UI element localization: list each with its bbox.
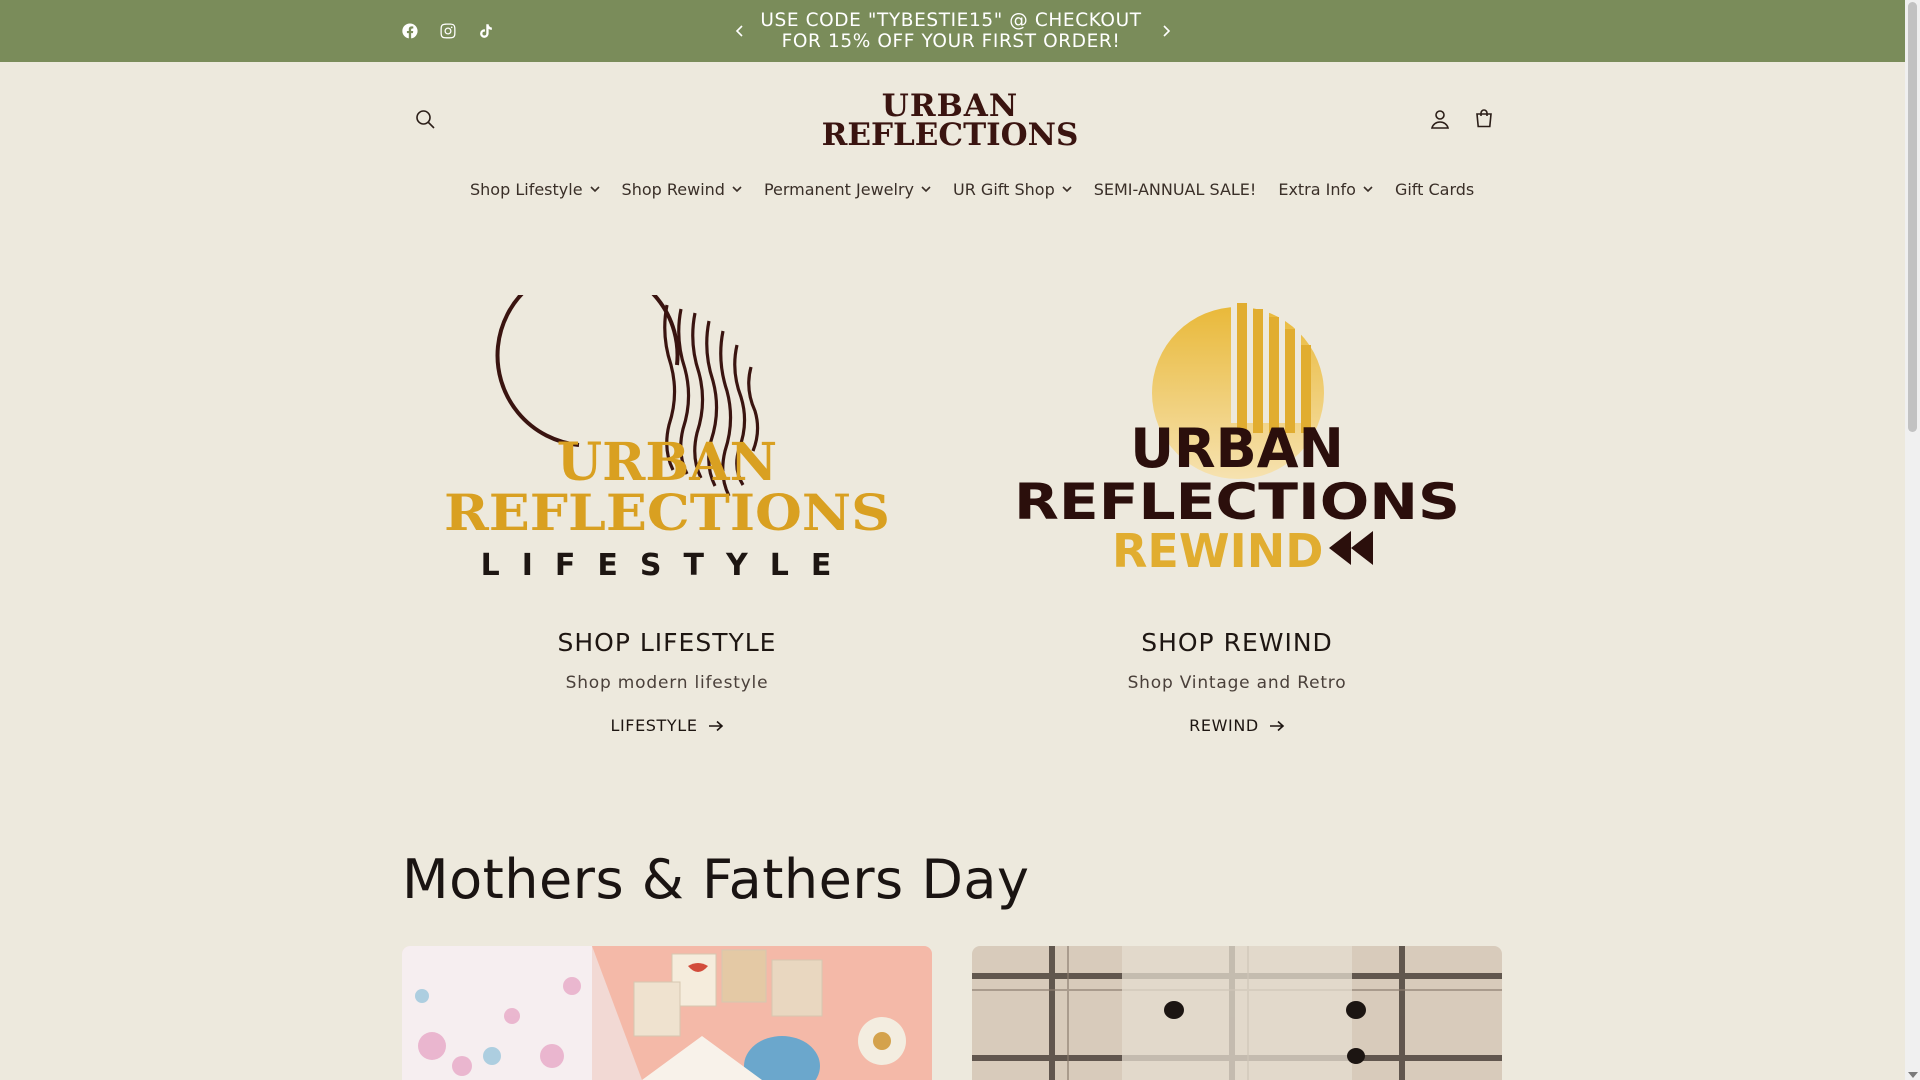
main-nav: Shop Lifestyle Shop Rewind Permanent Jew… xyxy=(470,176,1496,202)
nav-item-shop-lifestyle[interactable]: Shop Lifestyle xyxy=(470,180,600,199)
chevron-down-icon xyxy=(589,186,600,193)
rewind-link[interactable]: REWIND xyxy=(1007,716,1467,735)
account-icon[interactable] xyxy=(1423,102,1457,136)
fathers-day-card-image[interactable] xyxy=(972,946,1502,1080)
chevron-down-icon xyxy=(732,186,742,193)
rewind-logo-top-text: URBAN xyxy=(1130,417,1344,480)
rewind-logo-image[interactable]: URBAN REFLECTIONS REWIND xyxy=(1007,295,1467,585)
instagram-icon[interactable] xyxy=(435,18,461,44)
page-scrollbar[interactable] xyxy=(1905,0,1920,1080)
site-logo[interactable]: URBAN REFLECTIONS xyxy=(820,91,1080,151)
chevron-down-icon xyxy=(1062,186,1072,193)
lifestyle-logo-mid-text: REFLECTIONS xyxy=(444,483,890,542)
announcement-next-button[interactable] xyxy=(1156,20,1176,42)
arrow-right-icon xyxy=(708,720,723,731)
chevron-down-icon xyxy=(1363,186,1373,193)
lifestyle-logo-image[interactable]: URBAN REFLECTIONS LIFESTYLE xyxy=(437,263,897,585)
chevron-right-icon xyxy=(1163,25,1171,37)
lifestyle-link[interactable]: LIFESTYLE xyxy=(437,716,897,735)
scroll-down-arrow-icon[interactable] xyxy=(1908,1072,1918,1078)
nav-item-semi-annual-sale[interactable]: SEMI-ANNUAL SALE! xyxy=(1094,180,1257,199)
tiktok-icon[interactable] xyxy=(473,18,499,44)
search-icon[interactable] xyxy=(408,102,442,136)
nav-item-shop-rewind[interactable]: Shop Rewind xyxy=(622,180,742,199)
announcement-bar: USE CODE "TYBESTIE15" @ CHECKOUT FOR 15%… xyxy=(0,0,1905,62)
rewind-logo-mid-text: REFLECTIONS xyxy=(1014,473,1460,531)
nav-item-permanent-jewelry[interactable]: Permanent Jewelry xyxy=(764,180,931,199)
lifestyle-title: SHOP LIFESTYLE xyxy=(557,628,777,657)
mothers-day-card-image[interactable] xyxy=(402,946,932,1080)
nav-item-gift-cards[interactable]: Gift Cards xyxy=(1395,180,1474,199)
chevron-down-icon xyxy=(921,186,931,193)
rewind-logo-bottom-text: REWIND xyxy=(1112,524,1323,578)
facebook-icon[interactable] xyxy=(397,18,423,44)
cart-icon[interactable] xyxy=(1467,102,1501,136)
section-title: Mothers & Fathers Day xyxy=(402,848,1030,911)
arrow-right-icon xyxy=(1269,720,1285,731)
rewind-subtitle: Shop Vintage and Retro xyxy=(1127,673,1347,693)
announcement-text: USE CODE "TYBESTIE15" @ CHECKOUT FOR 15%… xyxy=(760,10,1142,52)
rewind-title: SHOP REWIND xyxy=(1141,628,1333,657)
lifestyle-subtitle: Shop modern lifestyle xyxy=(565,673,769,693)
nav-item-ur-gift-shop[interactable]: UR Gift Shop xyxy=(953,180,1072,199)
nav-item-extra-info[interactable]: Extra Info xyxy=(1278,180,1373,199)
lifestyle-logo-bottom-text: LIFESTYLE xyxy=(481,548,854,583)
rewind-icon xyxy=(1329,531,1373,565)
scrollbar-thumb[interactable] xyxy=(1908,2,1917,432)
